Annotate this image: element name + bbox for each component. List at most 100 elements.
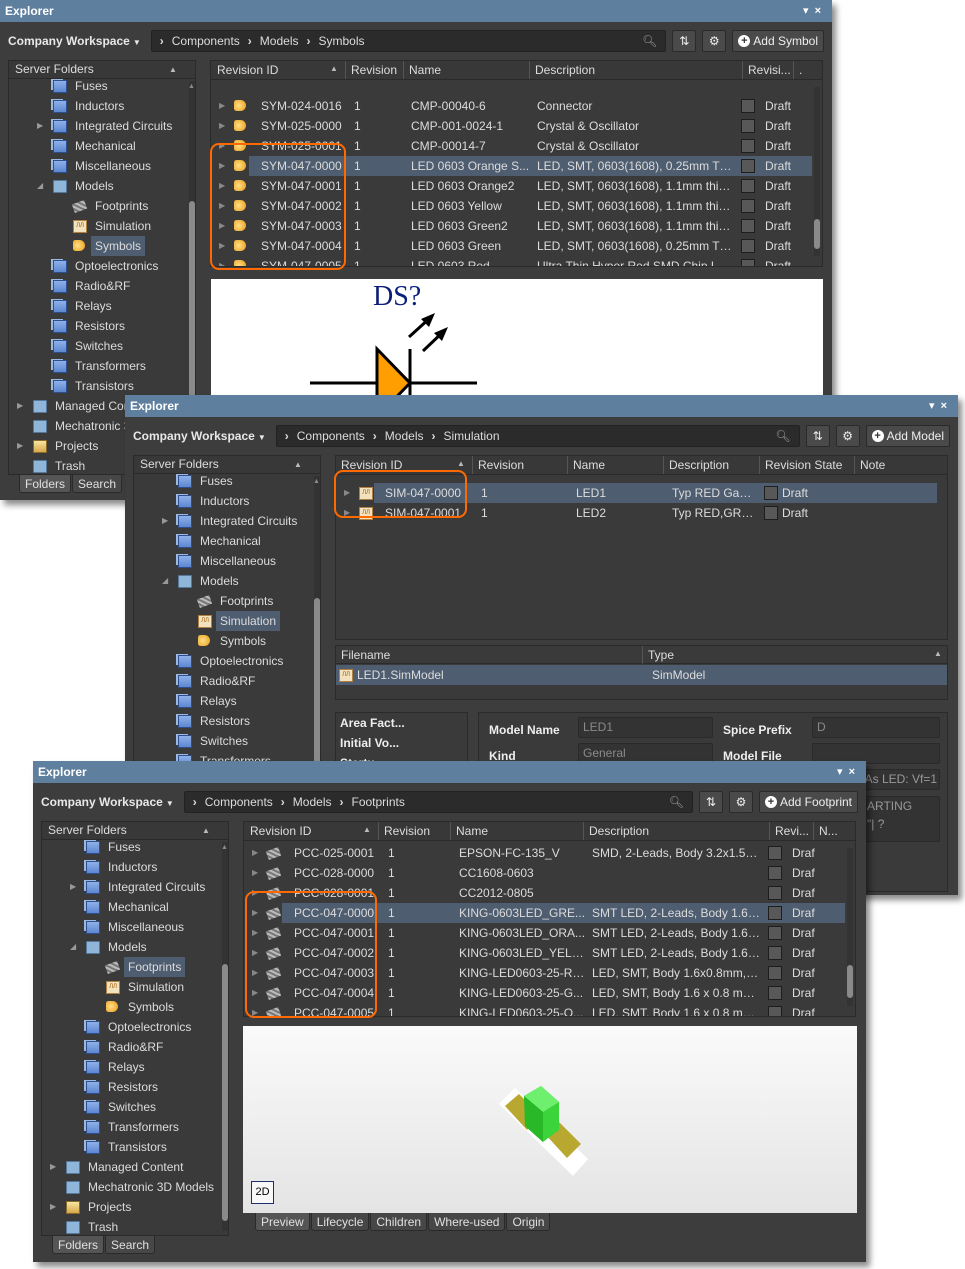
tree-item[interactable]: Optoelectronics — [42, 1017, 218, 1037]
revision-state-checkbox[interactable] — [741, 259, 755, 266]
table-row[interactable]: ▶ PCC-047-0001 1 KING-0603LED_ORA... SMT LED… — [244, 923, 845, 943]
sort-up-icon[interactable]: ▲ — [169, 61, 177, 78]
expand-arrow-icon[interactable]: ▶ — [50, 1157, 56, 1177]
expand-arrow-icon[interactable]: ▶ — [252, 863, 258, 883]
tree-item[interactable]: Inductors — [42, 857, 218, 877]
tab-search[interactable]: Search — [72, 475, 123, 493]
breadcrumb-item[interactable]: Simulation — [443, 429, 499, 443]
expand-arrow-icon[interactable]: ▶ — [219, 256, 225, 266]
table-row[interactable]: ▶ PCC-047-0004 1 KING-LED0603-25-G... LED, S… — [244, 983, 845, 1003]
revision-state-checkbox[interactable] — [768, 926, 782, 940]
2d-view-button[interactable]: 2D — [251, 1181, 274, 1204]
table-scrollbar[interactable] — [847, 848, 853, 1006]
tree-item[interactable]: Switches — [42, 1097, 218, 1117]
revision-state-checkbox[interactable] — [768, 946, 782, 960]
tree-item[interactable]: ▶ Managed Content — [42, 1157, 218, 1177]
tab-folders[interactable]: Folders — [52, 1236, 105, 1254]
expand-arrow-icon[interactable]: ▶ — [17, 396, 23, 416]
column-header[interactable]: Revision ID — [245, 822, 311, 840]
revision-state-checkbox[interactable] — [741, 179, 755, 193]
tree-item[interactable]: Resistors — [134, 711, 310, 731]
tab-folders[interactable]: Folders — [19, 475, 72, 493]
table-scrollbar[interactable] — [814, 87, 820, 256]
expanded-arrow-icon[interactable]: ◢ — [70, 937, 76, 957]
tree-item[interactable]: Footprints — [42, 957, 218, 977]
revision-state-checkbox[interactable] — [741, 99, 755, 113]
tree-item[interactable]: Mechatronic 3D Models — [42, 1177, 218, 1197]
scroll-up-icon[interactable]: ▲ — [313, 478, 320, 485]
tree-item[interactable]: ◢ Models — [134, 571, 310, 591]
expand-arrow-icon[interactable]: ▶ — [219, 156, 225, 176]
expanded-arrow-icon[interactable]: ◢ — [37, 176, 43, 196]
tree-item[interactable]: Resistors — [42, 1077, 218, 1097]
tree-item[interactable]: Mechanical — [9, 136, 185, 156]
tree-item[interactable]: Miscellaneous — [134, 551, 310, 571]
tree-item[interactable]: ▶ Integrated Circuits — [134, 511, 310, 531]
tree-item[interactable]: ◢ Models — [9, 176, 185, 196]
expand-arrow-icon[interactable]: ▶ — [219, 96, 225, 116]
menu-dropdown-icon[interactable]: ▾ — [929, 400, 941, 412]
scrollbar-thumb[interactable] — [222, 964, 228, 1221]
spice-prefix-field[interactable]: D — [812, 717, 940, 738]
column-header[interactable]: Revision — [378, 822, 430, 840]
tree-item[interactable]: Relays — [42, 1057, 218, 1077]
revision-state-checkbox[interactable] — [764, 486, 778, 500]
tab-lifecycle[interactable]: Lifecycle — [310, 1213, 370, 1231]
column-header[interactable]: Revision — [345, 61, 397, 79]
tree-item[interactable]: Resistors — [9, 316, 185, 336]
expand-arrow-icon[interactable]: ▶ — [219, 116, 225, 136]
table-row[interactable]: ▶ PCC-028-0000 1 CC1608-0603 Draf — [244, 863, 845, 883]
add-button[interactable]: + Add Model — [865, 425, 950, 447]
breadcrumb-item[interactable]: Components — [172, 34, 240, 48]
tab-origin[interactable]: Origin — [506, 1213, 551, 1231]
breadcrumb-item[interactable]: Components — [205, 795, 273, 809]
expand-arrow-icon[interactable]: ▶ — [252, 923, 258, 943]
expand-arrow-icon[interactable]: ▶ — [219, 236, 225, 256]
revision-state-checkbox[interactable] — [768, 906, 782, 920]
table-row[interactable]: ▶ SYM-047-0001 1 LED 0603 Orange2 LED, SMT, … — [211, 176, 812, 196]
revision-state-checkbox[interactable] — [741, 119, 755, 133]
search-icon[interactable]: 🔍︎ — [775, 429, 790, 443]
add-button[interactable]: + Add Symbol — [732, 30, 824, 52]
close-icon[interactable]: × — [941, 400, 953, 412]
column-header[interactable]: Revision ID — [336, 456, 402, 474]
column-header[interactable]: . — [793, 61, 802, 79]
refresh-button[interactable]: ⇅ — [698, 791, 723, 813]
scrollbar-thumb[interactable] — [847, 965, 853, 998]
tree-item[interactable]: Inductors — [9, 96, 185, 116]
table-scrollbar[interactable] — [939, 478, 945, 635]
breadcrumb[interactable]: › Components › Models › Footprints 🔍︎ — [183, 791, 693, 813]
tree-item[interactable]: Symbols — [9, 236, 185, 256]
workspace-dropdown[interactable]: Company Workspace ▼ — [41, 795, 178, 809]
table-row[interactable]: ▶ PCC-047-0003 1 KING-LED0603-25-RE... LED, … — [244, 963, 845, 983]
column-header[interactable]: Name — [567, 456, 605, 474]
tree-item[interactable]: Switches — [134, 731, 310, 751]
table-row[interactable]: ▶ SYM-047-0005 1 LED 0603 Red Ultra Thin Hyp… — [211, 256, 812, 266]
tree-item[interactable]: Switches — [9, 336, 185, 356]
settings-button[interactable]: ⚙ — [702, 30, 727, 52]
table-row[interactable]: ▶ ЛЛ SIM-047-0001 1 LED2 Typ RED,GRE... Draft — [336, 503, 937, 523]
scrollbar-thumb[interactable] — [814, 219, 820, 249]
expand-arrow-icon[interactable]: ▶ — [219, 176, 225, 196]
column-header[interactable]: Name — [450, 822, 488, 840]
breadcrumb-item[interactable]: Footprints — [351, 795, 404, 809]
scroll-up-icon[interactable]: ▲ — [221, 844, 228, 851]
tree-item[interactable]: ▶ Projects — [42, 1197, 218, 1217]
table-row[interactable]: ▶ PCC-028-0001 1 CC2012-0805 Draf — [244, 883, 845, 903]
column-header[interactable]: Note — [854, 456, 885, 474]
settings-button[interactable]: ⚙ — [835, 425, 860, 447]
tree-item[interactable]: ЛЛ Simulation — [134, 611, 310, 631]
revision-state-checkbox[interactable] — [768, 846, 782, 860]
tree-item[interactable]: Radio&RF — [42, 1037, 218, 1057]
tree-item[interactable]: Miscellaneous — [9, 156, 185, 176]
workspace-dropdown[interactable]: Company Workspace ▼ — [8, 34, 145, 48]
table-row[interactable]: ▶ ЛЛ SIM-047-0000 1 LED1 Typ RED GaA... Draft — [336, 483, 937, 503]
breadcrumb-item[interactable]: Models — [293, 795, 332, 809]
tree-item[interactable]: Transformers — [9, 356, 185, 376]
table-row[interactable]: ▶ SYM-025-0001 1 CMP-00014-7 Crystal & Oscil… — [211, 136, 812, 156]
table-row[interactable]: ▶ SYM-024-0016 1 CMP-00040-6 Connector Draft — [211, 96, 812, 116]
table-row[interactable]: ▶ SYM-047-0004 1 LED 0603 Green LED, SMT, 06… — [211, 236, 812, 256]
column-header[interactable]: Type — [642, 646, 674, 664]
tree-item[interactable]: Radio&RF — [9, 276, 185, 296]
tree-item[interactable]: Symbols — [42, 997, 218, 1017]
